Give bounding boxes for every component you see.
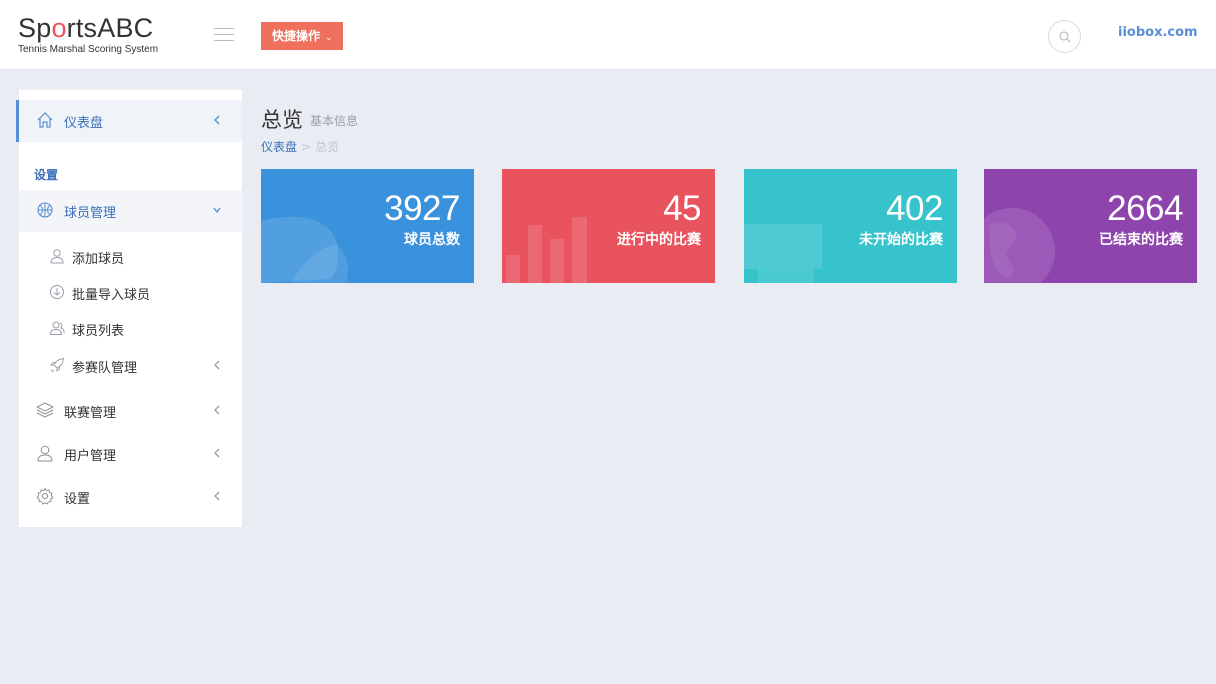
sidebar-subitem-label: 参赛队管理	[72, 361, 138, 376]
quick-action-button[interactable]: 快捷操作 ⌄	[261, 22, 343, 50]
sidebar-item-settings[interactable]: 设置	[19, 476, 242, 518]
tennis-ball-icon: o	[51, 13, 67, 43]
breadcrumb: 仪表盘 > 总览	[261, 138, 339, 155]
sidebar-item-user-management[interactable]: 用户管理	[19, 433, 242, 475]
basketball-icon	[37, 202, 53, 218]
sidebar-subitem-bulk-import[interactable]: 批量导入球员	[19, 277, 242, 307]
logo-title: SportsABC	[18, 13, 154, 43]
layers-icon	[36, 402, 54, 418]
chevron-left-icon	[214, 115, 220, 125]
sidebar-subitem-label: 批量导入球员	[72, 288, 151, 303]
stat-value: 402	[886, 189, 943, 228]
stat-label: 未开始的比赛	[859, 232, 943, 248]
sidebar-subitem-add-player[interactable]: 添加球员	[19, 241, 242, 271]
menu-icon[interactable]	[214, 28, 234, 42]
chevron-left-icon	[214, 491, 220, 501]
chevron-left-icon	[214, 360, 220, 370]
users-icon	[49, 321, 65, 335]
breadcrumb-current: 总览	[315, 140, 340, 154]
search-button[interactable]	[1048, 20, 1081, 53]
stat-card-upcoming-matches[interactable]: 402 未开始的比赛	[744, 169, 957, 283]
stat-label: 已结束的比赛	[1099, 232, 1183, 248]
rocket-icon	[49, 357, 65, 373]
chevron-down-icon	[213, 207, 221, 214]
sidebar-item-league-management[interactable]: 联赛管理	[19, 390, 242, 432]
sidebar-subitem-label: 球员列表	[72, 324, 125, 339]
breadcrumb-separator: >	[301, 140, 312, 154]
stat-value: 3927	[384, 189, 460, 228]
stat-label: 球员总数	[404, 232, 460, 248]
download-circle-icon	[50, 285, 64, 299]
home-icon	[37, 112, 53, 128]
sidebar-item-player-management[interactable]: 球员管理	[19, 190, 242, 232]
logo[interactable]: SportsABC Tennis Marshal Scoring System	[18, 14, 178, 60]
stat-card-finished-matches[interactable]: 2664 已结束的比赛	[984, 169, 1197, 283]
chevron-left-icon	[214, 448, 220, 458]
stat-value: 2664	[1107, 189, 1183, 228]
sidebar-item-label: 联赛管理	[64, 405, 117, 421]
user-icon	[50, 249, 64, 264]
stat-card-ongoing-matches[interactable]: 45 进行中的比赛	[502, 169, 715, 283]
sidebar-section-title: 设置	[34, 168, 59, 182]
sidebar-item-label: 设置	[64, 491, 91, 507]
chevron-down-icon: ⌄	[325, 33, 333, 43]
gear-icon	[36, 487, 54, 505]
search-icon	[1059, 31, 1071, 43]
sidebar-item-dashboard[interactable]: 仪表盘	[16, 100, 242, 142]
stat-card-total-players[interactable]: 3927 球员总数	[261, 169, 474, 283]
quick-action-label: 快捷操作	[272, 29, 321, 43]
top-header: SportsABC Tennis Marshal Scoring System …	[0, 0, 1216, 70]
breadcrumb-home-link[interactable]: 仪表盘	[261, 140, 297, 154]
sidebar-item-label: 仪表盘	[64, 115, 104, 131]
sidebar-subitem-label: 添加球员	[72, 252, 125, 267]
stat-value: 45	[663, 189, 701, 228]
site-link[interactable]: iiobox.com	[1118, 25, 1198, 40]
page-subtitle: 基本信息	[310, 114, 359, 128]
page-title: 总览	[261, 108, 303, 132]
sidebar-subitem-team-management[interactable]: 参赛队管理	[19, 350, 242, 380]
chevron-left-icon	[214, 405, 220, 415]
logo-subtitle: Tennis Marshal Scoring System	[18, 44, 159, 55]
sidebar-item-label: 球员管理	[64, 205, 117, 221]
user-icon	[37, 445, 53, 462]
sidebar: 仪表盘 设置 球员管理 添加球员 批量导入球员 球员列表 参赛队管理 联赛管理 …	[16, 90, 242, 527]
sidebar-subitem-player-list[interactable]: 球员列表	[19, 313, 242, 343]
sidebar-item-label: 用户管理	[64, 448, 117, 464]
stat-label: 进行中的比赛	[617, 232, 701, 248]
